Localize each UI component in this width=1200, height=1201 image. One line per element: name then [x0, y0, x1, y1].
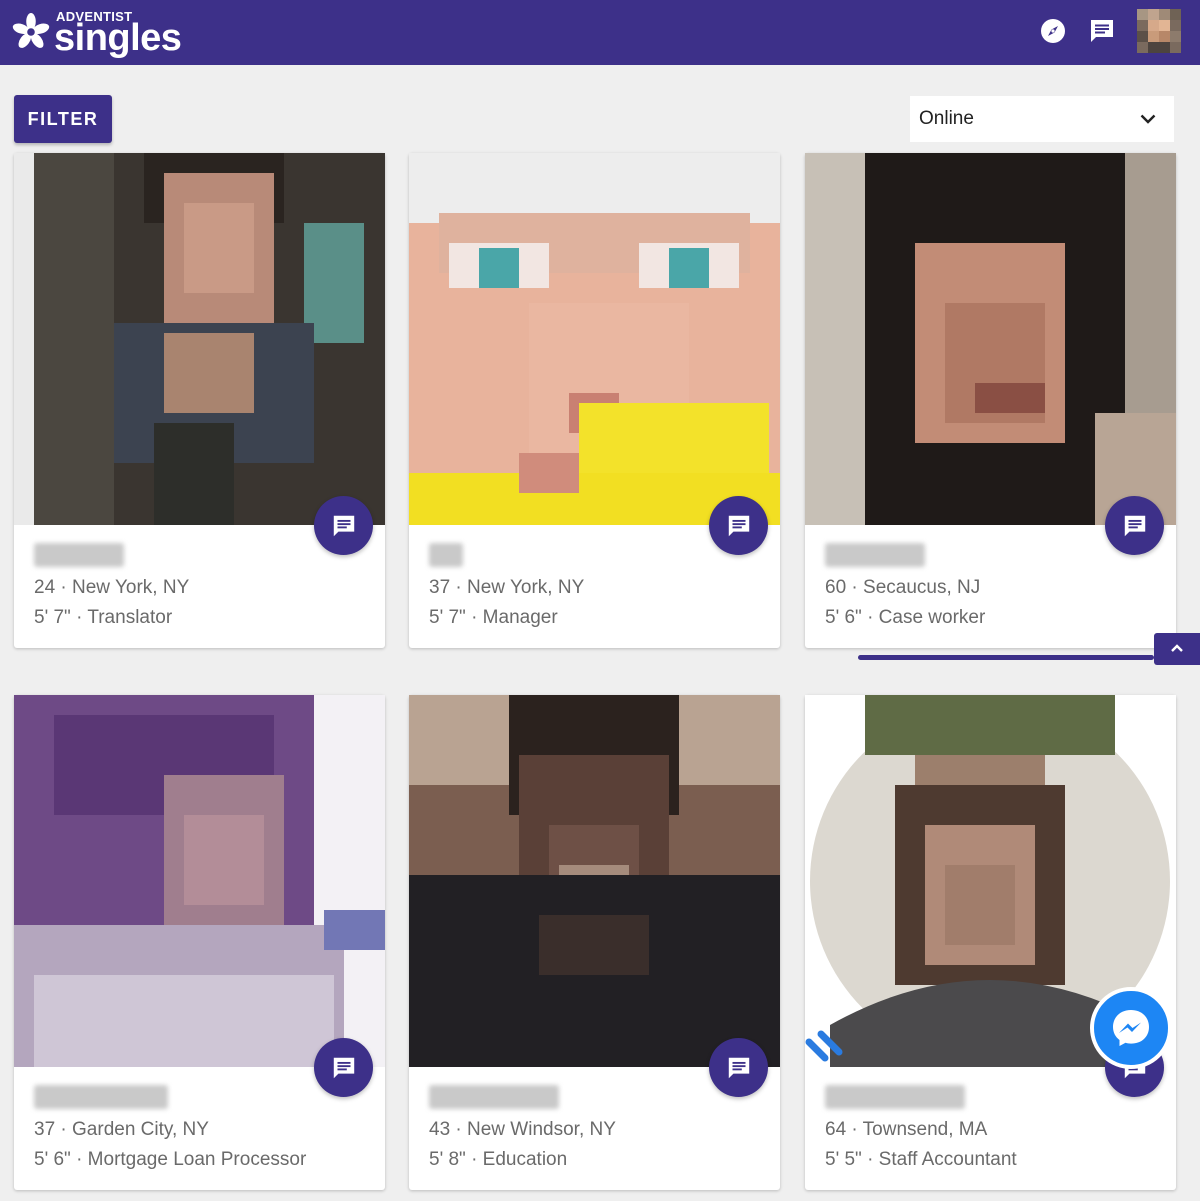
- chevron-up-icon: [1171, 644, 1183, 652]
- message-button[interactable]: [709, 1038, 768, 1097]
- profile-card[interactable]: 37 · Garden City, NY 5' 6" · Mortgage Lo…: [14, 695, 385, 1190]
- message-button[interactable]: [709, 496, 768, 555]
- blurred-name: [34, 543, 124, 567]
- profile-card[interactable]: 24 · New York, NY 5' 7" · Translator: [14, 153, 385, 648]
- brand-logo[interactable]: ADVENTIST singles: [12, 8, 182, 59]
- brand-name-large: singles: [54, 17, 182, 59]
- profile-age-location: 60 · Secaucus, NJ: [825, 577, 981, 598]
- profile-card[interactable]: 60 · Secaucus, NJ 5' 6" · Case worker: [805, 153, 1176, 648]
- chat-icon: [1124, 515, 1145, 536]
- compass-icon[interactable]: [1036, 14, 1070, 48]
- back-to-top-button[interactable]: [1154, 633, 1200, 665]
- message-button[interactable]: [314, 496, 373, 555]
- decorative-slash-icon: [805, 1030, 843, 1062]
- profile-card[interactable]: 37 · New York, NY 5' 7" · Manager: [409, 153, 780, 648]
- profile-height-occupation: 5' 6" · Mortgage Loan Processor: [34, 1149, 307, 1170]
- flower-logo-icon: [12, 13, 50, 48]
- filter-button[interactable]: FILTER: [14, 95, 112, 143]
- profile-photo[interactable]: [805, 153, 1176, 525]
- messenger-icon: [1113, 1010, 1149, 1046]
- profile-height-occupation: 5' 8" · Education: [429, 1149, 568, 1170]
- blurred-name: [429, 543, 463, 567]
- horizontal-scroll-indicator[interactable]: [858, 655, 1154, 660]
- chat-icon: [333, 1057, 354, 1078]
- profile-age-location: 43 · New Windsor, NY: [429, 1119, 616, 1140]
- profile-photo[interactable]: [14, 695, 385, 1067]
- chat-icon[interactable]: [1085, 14, 1119, 48]
- sort-dropdown[interactable]: Online: [910, 96, 1174, 142]
- blurred-name: [429, 1085, 559, 1109]
- top-navigation-bar: ADVENTIST singles: [0, 0, 1200, 65]
- profile-age-location: 64 · Townsend, MA: [825, 1119, 988, 1140]
- profile-card[interactable]: 64 · Townsend, MA 5' 5" · Staff Accounta…: [805, 695, 1176, 1190]
- profile-age-location: 24 · New York, NY: [34, 577, 190, 598]
- profile-height-occupation: 5' 7" · Manager: [429, 607, 558, 628]
- messenger-chat-button[interactable]: [1090, 987, 1172, 1069]
- message-button[interactable]: [1105, 496, 1164, 555]
- profile-photo[interactable]: [409, 153, 780, 525]
- profile-age-location: 37 · Garden City, NY: [34, 1119, 209, 1140]
- chat-icon: [728, 1057, 749, 1078]
- blurred-name: [825, 543, 925, 567]
- profile-photo[interactable]: [409, 695, 780, 1067]
- blurred-name: [34, 1085, 168, 1109]
- avatar[interactable]: [1137, 9, 1181, 53]
- message-button[interactable]: [314, 1038, 373, 1097]
- profile-height-occupation: 5' 5" · Staff Accountant: [825, 1149, 1017, 1170]
- profile-height-occupation: 5' 7" · Translator: [34, 607, 173, 628]
- profile-age-location: 37 · New York, NY: [429, 577, 585, 598]
- sort-dropdown-value: Online: [919, 108, 974, 129]
- chat-icon: [333, 515, 354, 536]
- profile-card[interactable]: 43 · New Windsor, NY 5' 8" · Education: [409, 695, 780, 1190]
- chat-icon: [728, 515, 749, 536]
- profile-photo[interactable]: [14, 153, 385, 525]
- profile-height-occupation: 5' 6" · Case worker: [825, 607, 986, 628]
- chevron-down-icon: [1140, 114, 1156, 124]
- blurred-name: [825, 1085, 965, 1109]
